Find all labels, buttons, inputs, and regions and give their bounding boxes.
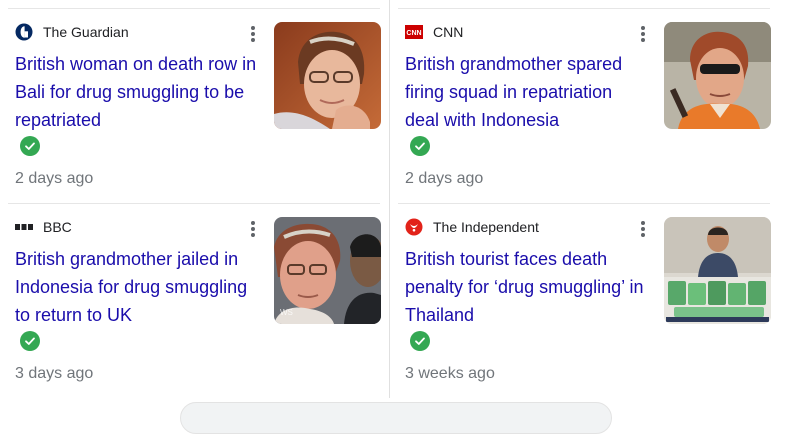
source-name: The Guardian bbox=[43, 24, 129, 40]
bbc-logo-icon bbox=[15, 218, 33, 236]
more-options-icon[interactable] bbox=[636, 219, 650, 239]
source: BBC bbox=[15, 217, 72, 237]
more-options-icon[interactable] bbox=[246, 219, 260, 239]
row-divider-left bbox=[8, 203, 380, 204]
article-thumbnail[interactable] bbox=[664, 217, 771, 324]
top-divider-right bbox=[398, 8, 770, 9]
more-news-button[interactable] bbox=[180, 402, 612, 434]
news-card-guardian[interactable]: The Guardian British woman on death row … bbox=[8, 14, 381, 199]
verified-check-icon bbox=[20, 331, 40, 351]
verified-check-icon bbox=[20, 136, 40, 156]
article-thumbnail[interactable] bbox=[664, 22, 771, 129]
headline-link[interactable]: British grandmother spared firing squad … bbox=[405, 50, 650, 134]
news-card-cnn[interactable]: CNN CNN British grandmother spared firin… bbox=[398, 14, 771, 199]
news-card-bbc[interactable]: BBC British grandmother jailed in Indone… bbox=[8, 209, 381, 394]
source-name: CNN bbox=[433, 24, 464, 40]
row-divider-right bbox=[398, 203, 770, 204]
column-divider bbox=[389, 0, 390, 398]
verified-check-icon bbox=[410, 136, 430, 156]
independent-logo-icon bbox=[405, 218, 423, 236]
source: The Independent bbox=[405, 217, 539, 237]
source-name: The Independent bbox=[433, 219, 539, 235]
more-options-icon[interactable] bbox=[246, 24, 260, 44]
article-thumbnail[interactable] bbox=[274, 22, 381, 129]
source: The Guardian bbox=[15, 22, 129, 42]
guardian-logo-icon bbox=[15, 23, 33, 41]
news-card-independent[interactable]: The Independent British tourist faces de… bbox=[398, 209, 771, 394]
headline-link[interactable]: British woman on death row in Bali for d… bbox=[15, 50, 260, 134]
timestamp: 3 weeks ago bbox=[405, 365, 495, 382]
source-name: BBC bbox=[43, 219, 72, 235]
source: CNN CNN bbox=[405, 22, 463, 42]
timestamp: 3 days ago bbox=[15, 365, 94, 382]
more-options-icon[interactable] bbox=[636, 24, 650, 44]
timestamp: 2 days ago bbox=[405, 170, 484, 187]
svg-text:WS: WS bbox=[280, 308, 293, 317]
timestamp: 2 days ago bbox=[15, 170, 94, 187]
article-thumbnail[interactable]: WS bbox=[274, 217, 381, 324]
top-divider-left bbox=[8, 8, 380, 9]
headline-link[interactable]: British grandmother jailed in Indonesia … bbox=[15, 245, 260, 329]
headline-link[interactable]: British tourist faces death penalty for … bbox=[405, 245, 653, 329]
cnn-logo-text: CNN bbox=[406, 30, 421, 37]
verified-check-icon bbox=[410, 331, 430, 351]
cnn-logo-icon: CNN bbox=[405, 23, 423, 41]
